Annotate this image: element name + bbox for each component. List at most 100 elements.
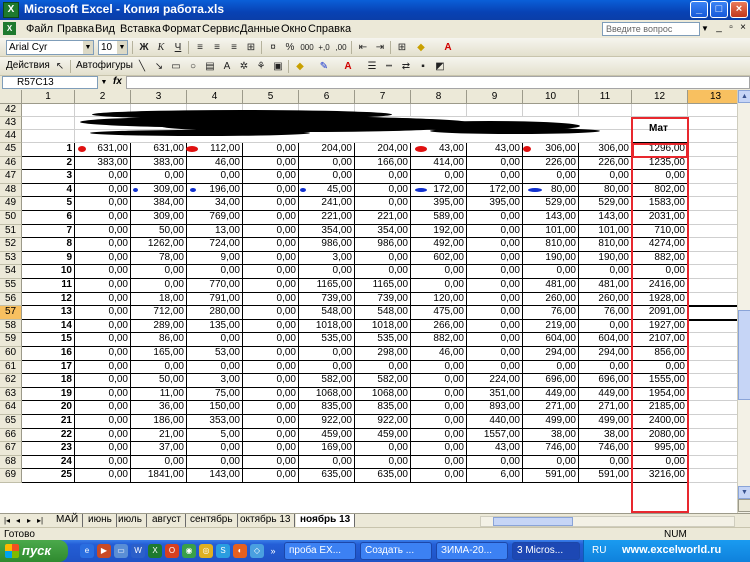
row-key-cell[interactable]: 13: [22, 306, 75, 320]
table-cell[interactable]: 271,00: [523, 401, 579, 415]
table-cell[interactable]: 1583,00: [632, 197, 688, 211]
table-cell[interactable]: [688, 293, 737, 307]
header-cell[interactable]: [688, 104, 737, 117]
table-cell[interactable]: 0,00: [243, 387, 299, 402]
column-header[interactable]: 10: [523, 90, 579, 104]
row-header[interactable]: 47: [0, 170, 22, 184]
table-cell[interactable]: 770,00: [187, 279, 243, 293]
doc-close-button[interactable]: ×: [737, 22, 749, 35]
table-cell[interactable]: 120,00: [411, 292, 467, 307]
table-cell[interactable]: 0,00: [467, 251, 523, 266]
column-header[interactable]: 2: [75, 90, 131, 104]
line-style-icon[interactable]: ☰: [364, 59, 380, 74]
table-cell[interactable]: 414,00: [411, 156, 467, 171]
font-size-select[interactable]: 10 ▼: [98, 40, 128, 55]
column-header[interactable]: 4: [187, 90, 243, 104]
3d-icon[interactable]: ◩: [432, 59, 448, 74]
table-cell[interactable]: 535,00: [299, 333, 355, 347]
table-cell[interactable]: 0,00: [131, 360, 187, 375]
table-cell[interactable]: 0,00: [467, 306, 523, 320]
row-header[interactable]: 59: [0, 333, 22, 347]
row-key-cell[interactable]: 14: [22, 319, 75, 334]
table-cell[interactable]: 34,00: [187, 197, 243, 211]
table-cell[interactable]: 0,00: [75, 401, 131, 415]
table-cell[interactable]: 0,00: [632, 360, 688, 375]
table-cell[interactable]: 475,00: [411, 306, 467, 320]
row-header[interactable]: 45: [0, 143, 22, 157]
table-cell[interactable]: [688, 469, 737, 483]
table-cell[interactable]: 1018,00: [299, 319, 355, 334]
table-cell[interactable]: 353,00: [187, 415, 243, 429]
textbox-icon[interactable]: ▤: [202, 59, 218, 74]
font-color-icon[interactable]: A: [440, 40, 456, 55]
merge-center-icon[interactable]: ⊞: [243, 40, 259, 55]
table-cell[interactable]: 0,00: [75, 374, 131, 388]
help-search-input[interactable]: Введите вопрос: [602, 22, 700, 36]
row-header[interactable]: 69: [0, 469, 22, 483]
desktop-icon[interactable]: ▭: [114, 544, 128, 558]
row-key-cell[interactable]: 22: [22, 428, 75, 443]
column-header[interactable]: 3: [131, 90, 187, 104]
document-icon[interactable]: X: [3, 22, 16, 35]
row-key-cell[interactable]: 17: [22, 360, 75, 375]
table-cell[interactable]: 922,00: [299, 415, 355, 429]
table-cell[interactable]: 0,00: [467, 347, 523, 361]
menu-format[interactable]: Формат: [162, 23, 201, 35]
table-cell[interactable]: 0,00: [467, 156, 523, 171]
column-header[interactable]: 6: [299, 90, 355, 104]
table-cell[interactable]: 383,00: [131, 156, 187, 171]
excel-app-icon[interactable]: X: [3, 2, 19, 18]
minimize-button[interactable]: _: [690, 1, 708, 18]
table-cell[interactable]: 384,00: [131, 197, 187, 211]
header-cell[interactable]: [22, 104, 75, 117]
table-cell[interactable]: 0,00: [75, 360, 131, 375]
table-cell[interactable]: 922,00: [355, 415, 411, 429]
arrow-icon[interactable]: ↘: [151, 59, 167, 74]
column-header[interactable]: 7: [355, 90, 411, 104]
table-cell[interactable]: 0,00: [243, 143, 299, 157]
bold-button[interactable]: Ж: [136, 40, 152, 55]
table-cell[interactable]: 9,00: [187, 251, 243, 266]
row-header[interactable]: 48: [0, 183, 22, 198]
column-header[interactable]: 12: [632, 90, 688, 104]
table-cell[interactable]: [688, 143, 737, 157]
table-cell[interactable]: 604,00: [523, 333, 579, 347]
table-cell[interactable]: 0,00: [75, 197, 131, 211]
row-key-cell[interactable]: 19: [22, 387, 75, 402]
table-cell[interactable]: 0,00: [243, 374, 299, 388]
row-header[interactable]: 49: [0, 197, 22, 211]
table-cell[interactable]: 0,00: [243, 469, 299, 483]
table-cell[interactable]: 791,00: [187, 292, 243, 307]
table-cell[interactable]: 78,00: [131, 251, 187, 266]
table-cell[interactable]: 0,00: [579, 319, 632, 334]
more-icon[interactable]: »: [266, 544, 280, 558]
table-cell[interactable]: 266,00: [411, 319, 467, 334]
help-dropdown-icon[interactable]: ▼: [700, 22, 710, 36]
row-header[interactable]: 66: [0, 428, 22, 443]
table-cell[interactable]: 0,00: [299, 360, 355, 375]
table-cell[interactable]: 13,00: [187, 224, 243, 239]
table-cell[interactable]: 0,00: [467, 360, 523, 375]
scroll-down-icon[interactable]: ▼: [738, 486, 750, 499]
prev-sheet-icon[interactable]: ◂: [13, 515, 23, 527]
firefox-icon[interactable]: ◐: [233, 544, 247, 558]
row-header[interactable]: 46: [0, 156, 22, 171]
media-icon[interactable]: ▶: [97, 544, 111, 558]
table-cell[interactable]: 1165,00: [355, 279, 411, 293]
table-cell[interactable]: 529,00: [579, 197, 632, 211]
row-key-cell[interactable]: 18: [22, 374, 75, 388]
table-cell[interactable]: 2107,00: [632, 333, 688, 347]
underline-button[interactable]: Ч: [170, 40, 186, 55]
table-cell[interactable]: 0,00: [243, 224, 299, 239]
chevron-down-icon[interactable]: ▼: [99, 76, 109, 89]
table-cell[interactable]: 0,00: [131, 265, 187, 279]
table-cell[interactable]: 169,00: [299, 442, 355, 456]
app2-icon[interactable]: ◇: [250, 544, 264, 558]
table-cell[interactable]: 306,00: [579, 143, 632, 157]
table-cell[interactable]: 43,00: [467, 143, 523, 157]
table-cell[interactable]: 481,00: [579, 279, 632, 293]
table-cell[interactable]: 459,00: [299, 428, 355, 443]
table-cell[interactable]: 2080,00: [632, 428, 688, 443]
table-cell[interactable]: 0,00: [355, 455, 411, 470]
table-cell[interactable]: 204,00: [299, 143, 355, 157]
